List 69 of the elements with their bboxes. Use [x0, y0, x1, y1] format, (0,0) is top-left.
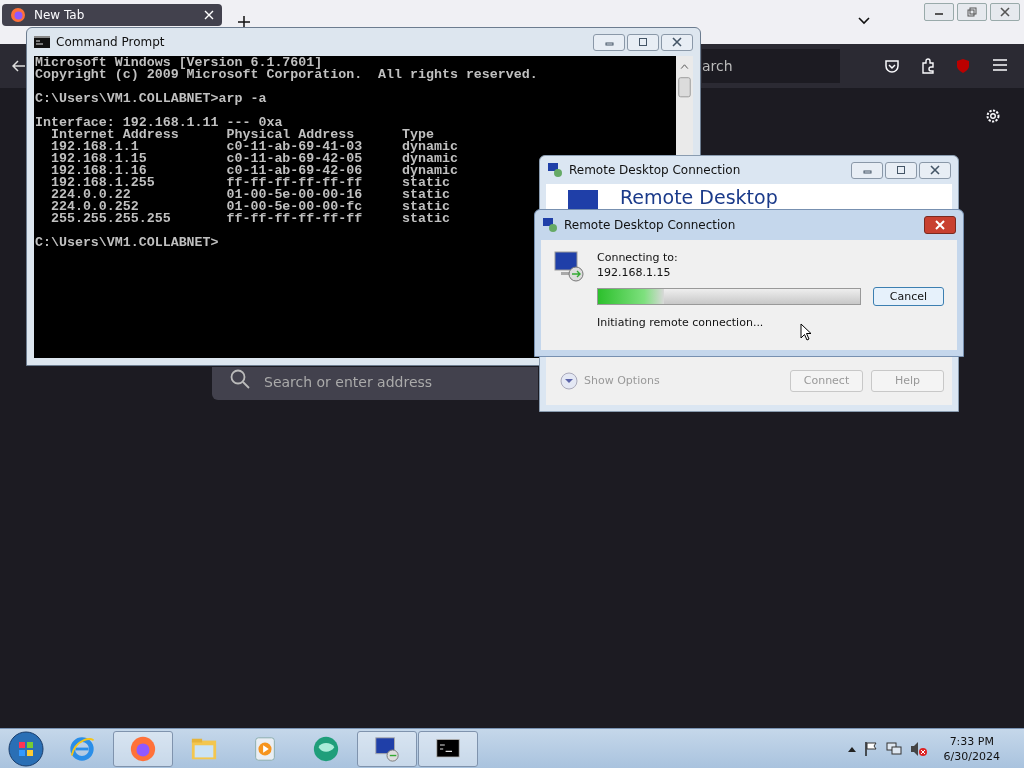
back-arrow-icon[interactable] [12, 60, 26, 72]
close-icon [930, 165, 940, 175]
console-line: 255.255.255.255 ff-ff-ff-ff-ff-ff static [49, 213, 450, 225]
clock[interactable]: 7:33 PM 6/30/2024 [943, 733, 1000, 764]
console-line: 192.168.1.15 c0-11-ab-69-42-05 dynamic [49, 153, 458, 165]
new-tab-icon[interactable] [238, 16, 250, 28]
maximize-icon [896, 165, 906, 175]
console-line: 192.168.1.1 c0-11-ab-69-41-03 dynamic [49, 141, 458, 153]
volume-muted-icon[interactable] [909, 740, 928, 757]
chevron-down-icon [560, 371, 578, 390]
console-line: 192.168.1.255 ff-ff-ff-ff-ff-ff static [49, 177, 450, 189]
monitor-icon [373, 734, 401, 763]
console-icon [433, 736, 463, 761]
close-button[interactable] [924, 216, 956, 234]
close-button[interactable] [919, 161, 951, 179]
console-line: 224.0.0.22 01-00-5e-00-00-16 static [49, 189, 450, 201]
console-line: Copyright (c) 2009 Microsoft Corporation. All rights reserved. [35, 69, 538, 81]
restore-button[interactable] [957, 3, 987, 21]
monitor-icon [568, 190, 598, 210]
console-line: C:\Users\VM1.COLLABNET>arp -a [35, 93, 267, 105]
firefox-icon [10, 7, 26, 23]
console-line: Internet Address Physical Address Type [49, 129, 434, 141]
console-icon [34, 36, 50, 48]
puzzle-icon[interactable] [920, 58, 936, 74]
maximize-button[interactable] [627, 33, 659, 51]
menu-icon[interactable] [992, 58, 1008, 72]
network-icon[interactable] [885, 740, 902, 757]
remote-desktop-icon [547, 162, 563, 178]
window-title: Command Prompt [56, 35, 165, 49]
maximize-button[interactable] [885, 161, 917, 179]
taskbar-app[interactable] [357, 730, 417, 767]
host-address: 192.168.1.15 [597, 265, 672, 280]
cancel-button[interactable]: Cancel [873, 287, 944, 306]
close-icon [935, 220, 945, 230]
status-text: Initiating remote connection... [597, 315, 765, 330]
maximize-icon [638, 37, 648, 47]
computer-icon [553, 250, 585, 282]
address-field[interactable]: arch [702, 49, 840, 83]
close-icon[interactable] [204, 10, 214, 20]
restore-icon [967, 7, 977, 17]
console-line: 224.0.0.252 01-00-5e-00-00-fc static [49, 201, 450, 213]
cursor-icon [800, 323, 812, 341]
taskbar-app[interactable] [418, 730, 478, 767]
close-icon [1000, 7, 1010, 17]
chevron-up-icon[interactable] [847, 745, 856, 752]
window-title: Remote Desktop Connection [564, 218, 736, 232]
close-icon [672, 37, 682, 47]
close-button[interactable] [990, 3, 1020, 21]
console-line: Microsoft Windows [Version 6.1.7601] [35, 57, 323, 69]
firefox-icon [129, 734, 157, 763]
search-icon [230, 369, 250, 389]
console-line: C:\Users\VM1.COLLABNET> [35, 237, 219, 249]
window-title: Remote Desktop Connection [569, 163, 741, 177]
minimize-button[interactable] [924, 3, 954, 21]
app-icon [312, 734, 340, 763]
connecting-label: Connecting to: [597, 250, 679, 265]
heading: Remote Desktop [620, 186, 778, 208]
settings-icon[interactable] [985, 108, 1001, 124]
console-line: Interface: 192.168.1.11 --- 0xa [35, 117, 283, 129]
close-button[interactable] [661, 33, 693, 51]
chevron-down-icon[interactable] [858, 17, 870, 25]
flag-icon[interactable] [863, 740, 878, 757]
console-line: 192.168.1.16 c0-11-ab-69-42-06 dynamic [49, 165, 458, 177]
browser-tab[interactable]: New Tab [2, 4, 222, 26]
e-logo-icon [68, 734, 96, 763]
search-field[interactable]: Search or enter address [212, 367, 538, 400]
pocket-icon[interactable] [884, 58, 900, 74]
start-button[interactable] [8, 730, 44, 767]
remote-desktop-icon [542, 217, 558, 233]
